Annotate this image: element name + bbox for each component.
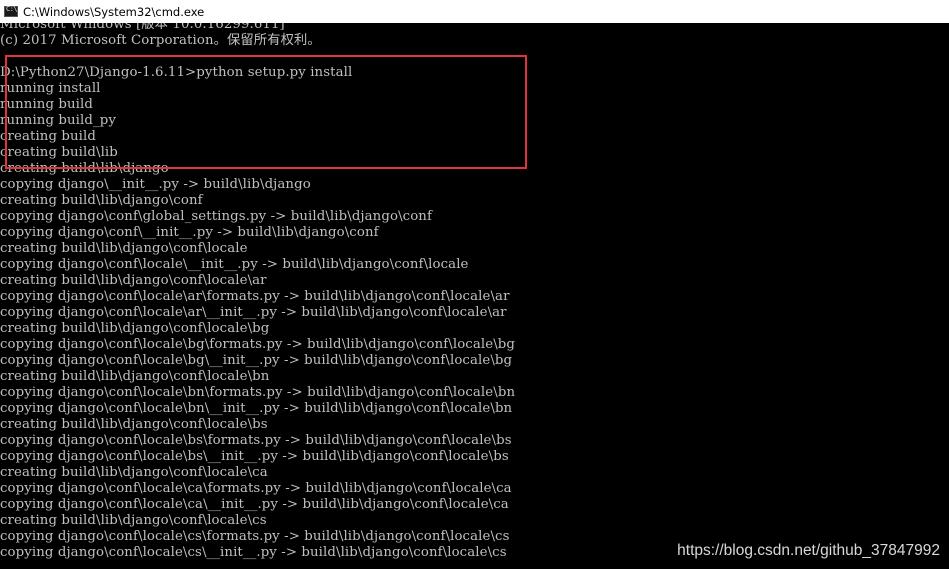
console-line: copying django\conf\locale\bn\formats.py… bbox=[0, 385, 516, 400]
console-line: copying django\conf\locale\bs\formats.py… bbox=[0, 433, 512, 448]
title-bar[interactable]: C:\ C:\Windows\System32\cmd.exe bbox=[0, 0, 949, 23]
console-line: copying django\conf\locale\cs\formats.py… bbox=[0, 529, 510, 544]
blog-watermark: https://blog.csdn.net/github_37847992 bbox=[677, 542, 940, 559]
console-line: D:\Python27\Django-1.6.11>python setup.p… bbox=[0, 65, 353, 80]
console-line: copying django\conf\locale\ca\formats.py… bbox=[0, 481, 512, 496]
cmd-console-icon: C:\ bbox=[4, 5, 18, 17]
console-line: Microsoft Windows [版本 10.0.16299.611] bbox=[0, 23, 285, 32]
console-line: copying django\conf\locale\ca\__init__.p… bbox=[0, 497, 509, 512]
console-line: creating build\lib\django\conf\locale\ca bbox=[0, 465, 268, 480]
console-line: copying django\conf\locale\bg\formats.py… bbox=[0, 337, 516, 352]
console-line: (c) 2017 Microsoft Corporation。保留所有权利。 bbox=[0, 33, 321, 48]
console-line: copying django\conf\locale\bn\__init__.p… bbox=[0, 401, 513, 416]
console-line: copying django\conf\locale\bs\__init__.p… bbox=[0, 449, 509, 464]
console-line: copying django\conf\locale\bg\__init__.p… bbox=[0, 353, 513, 368]
console-line: copying django\conf\global_settings.py -… bbox=[0, 209, 432, 224]
console-line: creating build bbox=[0, 129, 96, 144]
console-lines: Microsoft Windows [版本 10.0.16299.611] (c)… bbox=[0, 23, 515, 561]
cmd-window: C:\ C:\Windows\System32\cmd.exe Microsof… bbox=[0, 0, 949, 569]
console-line: copying django\conf\__init__.py -> build… bbox=[0, 225, 379, 240]
console-line: creating build\lib\django\conf\locale bbox=[0, 241, 248, 256]
console-line: creating build\lib\django bbox=[0, 161, 169, 176]
console-line: running install bbox=[0, 81, 101, 96]
console-line: copying django\conf\locale\__init__.py -… bbox=[0, 257, 469, 272]
console-line: creating build\lib\django\conf\locale\ar bbox=[0, 273, 267, 288]
console-line: creating build\lib\django\conf\locale\cs bbox=[0, 513, 267, 528]
console-line: creating build\lib\django\conf\locale\bg bbox=[0, 321, 270, 336]
console-line: copying django\conf\locale\cs\__init__.p… bbox=[0, 545, 507, 560]
console-output[interactable]: Microsoft Windows [版本 10.0.16299.611] (c)… bbox=[0, 23, 949, 569]
console-line: copying django\__init__.py -> build\lib\… bbox=[0, 177, 311, 192]
window-title: C:\Windows\System32\cmd.exe bbox=[23, 4, 205, 19]
console-line: creating build\lib bbox=[0, 145, 118, 160]
console-line: running build bbox=[0, 97, 93, 112]
console-line: creating build\lib\django\conf\locale\bs bbox=[0, 417, 268, 432]
console-line: copying django\conf\locale\ar\formats.py… bbox=[0, 289, 510, 304]
console-line: copying django\conf\locale\ar\__init__.p… bbox=[0, 305, 507, 320]
console-line: creating build\lib\django\conf bbox=[0, 193, 203, 208]
console-line: running build_py bbox=[0, 113, 116, 128]
console-line: creating build\lib\django\conf\locale\bn bbox=[0, 369, 270, 384]
